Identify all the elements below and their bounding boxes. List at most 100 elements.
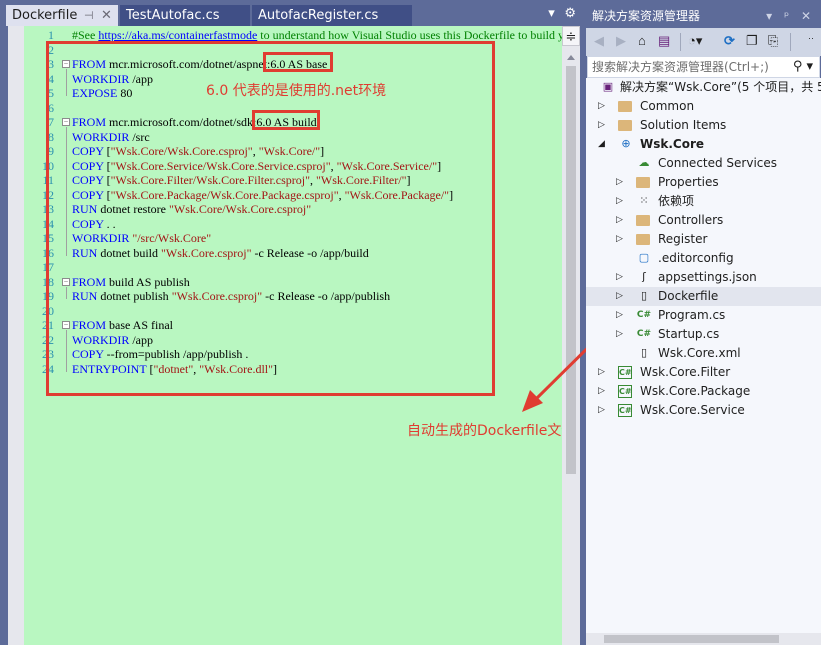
tree-node-label: .editorconfig (658, 251, 734, 265)
tree-node[interactable]: ▷ C# Wsk.Core.Package (586, 382, 821, 401)
dropdown-icon[interactable]: ▾ (548, 5, 555, 20)
tree-node-label: 解决方案“Wsk.Core”(5 个项目，共 5 个) (620, 80, 821, 94)
tree-node[interactable]: ▢ .editorconfig (586, 249, 821, 268)
split-icon[interactable]: ≑ (562, 26, 580, 46)
tree-node[interactable]: ▷ Properties (586, 173, 821, 192)
pin-icon[interactable]: ⊣ (84, 5, 94, 26)
tree-node-label: Common (640, 99, 695, 113)
tree-node[interactable]: ▷ C# Program.cs (586, 306, 821, 325)
tree-node[interactable]: ▷ ▯ Dockerfile (586, 287, 821, 306)
dropdown-icon[interactable]: ▾ (766, 9, 772, 23)
tree-node-label: Startup.cs (658, 327, 720, 341)
solution-search-input[interactable]: 搜索解决方案资源管理器(Ctrl+;) ⚲ ▾ (587, 56, 820, 78)
tree-node[interactable]: ▷ Register (586, 230, 821, 249)
show-all-files-icon[interactable]: ⎘ (768, 33, 778, 49)
pin-icon[interactable]: ᵖ (784, 9, 789, 23)
properties-folder-icon (636, 177, 650, 188)
tree-node[interactable]: ◢ ⊕ Wsk.Core (586, 135, 821, 154)
collapsed-arrow-icon[interactable]: ▷ (616, 173, 623, 192)
home-icon[interactable]: ⌂ (638, 33, 646, 48)
csharp-file-icon: C# (636, 329, 652, 339)
tree-node-label: Wsk.Core.Filter (640, 365, 731, 379)
back-icon[interactable]: ◀ (594, 33, 604, 49)
csharp-project-icon: C# (618, 404, 632, 417)
annotation-dockerfile-note: 自动生成的Dockerfile文件 (407, 423, 562, 439)
fold-guide (66, 330, 67, 372)
forward-icon[interactable]: ▶ (616, 33, 626, 49)
collapsed-arrow-icon[interactable]: ▷ (598, 382, 605, 401)
expanded-arrow-icon[interactable]: ◢ (598, 135, 605, 154)
vertical-scrollbar[interactable]: ≑ (562, 26, 580, 645)
close-icon[interactable]: ✕ (801, 9, 811, 23)
collapsed-arrow-icon[interactable]: ▷ (616, 306, 623, 325)
folder-icon (636, 215, 650, 226)
toolbar-separator (680, 33, 681, 51)
tree-node[interactable]: ▷ Common (586, 97, 821, 116)
annotation-version-note: 6.0 代表的是使用的.net环境 (206, 83, 387, 99)
search-icon[interactable]: ⚲ ▾ (793, 57, 813, 77)
tree-node-label: Properties (658, 175, 719, 189)
collapsed-arrow-icon[interactable]: ▷ (616, 192, 623, 211)
code-editor[interactable]: 24 ENTRYPOINT ["dotnet", "Wsk.Core.dll"] 2… (8, 26, 580, 645)
collapsed-arrow-icon[interactable]: ▷ (616, 268, 623, 287)
token-link[interactable]: https://aka.ms/containerfastmode (98, 28, 257, 42)
csharp-file-icon: C# (636, 310, 652, 320)
fold-guide (66, 69, 67, 96)
fold-guide (66, 127, 67, 256)
visual-studio-window: Dockerfile ⊣ ✕ TestAutofac.cs AutofacReg… (0, 0, 821, 645)
close-icon[interactable]: ✕ (101, 5, 112, 26)
connected-services-icon: ☁ (638, 156, 650, 169)
tree-node-label: 依赖项 (658, 194, 695, 208)
json-file-icon: ʃ (642, 270, 646, 283)
horizontal-scrollbar[interactable] (586, 633, 821, 645)
token-comment-pre: #See (72, 28, 99, 42)
overflow-icon[interactable]: ·· (808, 33, 814, 43)
tree-node[interactable]: ▷ C# Wsk.Core.Service (586, 401, 821, 420)
collapsed-arrow-icon[interactable]: ▷ (616, 325, 623, 344)
tree-node-label: Wsk.Core (640, 137, 705, 151)
collapsed-arrow-icon[interactable]: ▷ (616, 211, 623, 230)
refresh-icon[interactable]: ⟳ (724, 33, 735, 49)
tree-node[interactable]: ▷ ⁙ 依赖项 (586, 192, 821, 211)
collapsed-arrow-icon[interactable]: ▷ (598, 363, 605, 382)
tree-node-label: Program.cs (658, 308, 726, 322)
tree-node[interactable]: ▷ Solution Items (586, 116, 821, 135)
scroll-thumb[interactable] (604, 635, 779, 643)
panel-title: 解决方案资源管理器 (592, 9, 701, 23)
csharp-project-icon: C# (618, 366, 632, 379)
solution-explorer-title: 解决方案资源管理器 ▾ ᵖ ✕ (586, 5, 821, 27)
tree-node-label: Wsk.Core.xml (658, 346, 741, 360)
collapsed-arrow-icon[interactable]: ▷ (616, 230, 623, 249)
code-area[interactable]: 24 ENTRYPOINT ["dotnet", "Wsk.Core.dll"] 2… (24, 26, 562, 645)
config-file-icon: ▢ (638, 251, 650, 264)
collapsed-arrow-icon[interactable]: ▷ (598, 116, 605, 135)
tree-node-label: appsettings.json (658, 270, 757, 284)
collapsed-arrow-icon[interactable]: ▷ (598, 401, 605, 420)
tree-node-label: Connected Services (658, 156, 778, 170)
tree-node[interactable]: ▷ C# Wsk.Core.Filter (586, 363, 821, 382)
tree-node[interactable]: ☁ Connected Services (586, 154, 821, 173)
scroll-up-icon[interactable] (567, 55, 575, 60)
tree-node[interactable]: ▣ 解决方案“Wsk.Core”(5 个项目，共 5 个) (586, 78, 821, 97)
tree-node-label: Register (658, 232, 708, 246)
collapse-all-icon[interactable]: ❐ (746, 33, 758, 49)
folder-icon (618, 120, 632, 131)
tree-node-label: Solution Items (640, 118, 727, 132)
collapsed-arrow-icon[interactable]: ▷ (598, 97, 605, 116)
tab-strip-controls: ▾ ⚙ (542, 5, 576, 21)
fold-guide (66, 286, 67, 299)
history-icon[interactable]: ◔▾ (688, 33, 702, 49)
tab-testautofac[interactable]: TestAutofac.cs (120, 5, 250, 26)
tree-node[interactable]: ▯ Wsk.Core.xml (586, 344, 821, 363)
scroll-thumb[interactable] (566, 66, 576, 474)
tree-node[interactable]: ▷ ʃ appsettings.json (586, 268, 821, 287)
folder-icon (618, 101, 632, 112)
collapsed-arrow-icon[interactable]: ▷ (616, 287, 623, 306)
vs-solution-icon[interactable]: ▤ (658, 33, 670, 49)
gear-icon[interactable]: ⚙ (564, 5, 576, 20)
tab-dockerfile[interactable]: Dockerfile ⊣ ✕ (6, 5, 118, 26)
tree-node[interactable]: ▷ C# Startup.cs (586, 325, 821, 344)
tab-label: TestAutofac.cs (126, 8, 220, 23)
tree-node[interactable]: ▷ Controllers (586, 211, 821, 230)
tab-autofacregister[interactable]: AutofacRegister.cs (252, 5, 412, 26)
